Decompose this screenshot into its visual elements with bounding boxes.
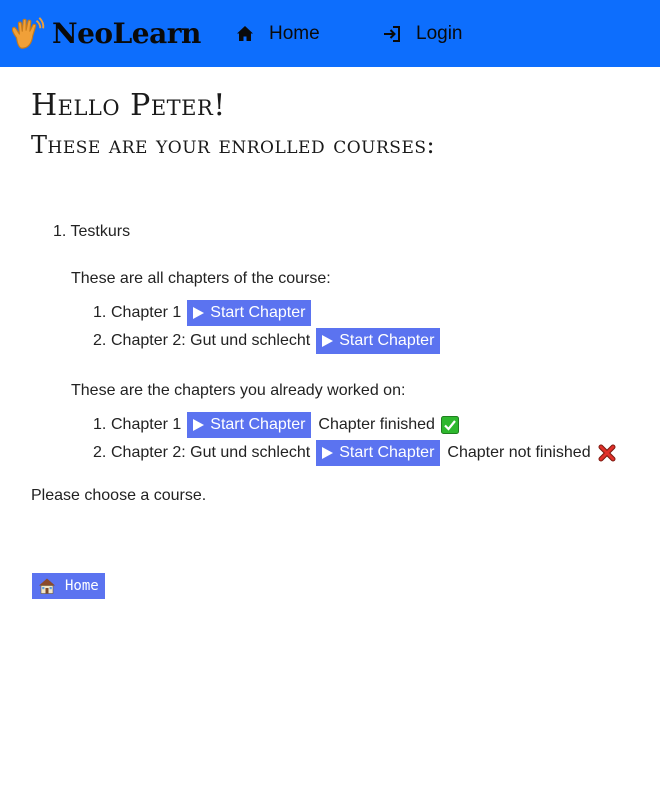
play-icon	[193, 419, 205, 431]
chapter-title: Chapter 2: Gut und schlecht	[111, 444, 311, 461]
course-list: 1. Testkurs	[53, 220, 633, 244]
start-chapter-label: Start Chapter	[210, 304, 306, 321]
chapter-number: 1.	[93, 416, 107, 433]
list-item: 2. Chapter 2: Gut und schlecht Start Cha…	[93, 328, 441, 354]
brand-name: NeoLearn	[52, 17, 201, 50]
start-chapter-button[interactable]: Start Chapter	[316, 328, 441, 354]
chapter-number: 2.	[93, 444, 107, 461]
start-chapter-button[interactable]: Start Chapter	[316, 440, 441, 466]
list-item: 1. Chapter 1 Start Chapter	[93, 300, 312, 326]
chapter-status: Chapter not finished	[447, 444, 591, 461]
start-chapter-label: Start Chapter	[210, 416, 306, 433]
main-content: Hello Peter! These are your enrolled cou…	[31, 80, 631, 160]
start-chapter-label: Start Chapter	[339, 444, 435, 461]
nav-login-link[interactable]: Login	[382, 20, 463, 48]
course-number: 1.	[53, 223, 67, 240]
home-icon	[237, 26, 253, 41]
start-chapter-button[interactable]: Start Chapter	[187, 300, 312, 326]
nav-login-label: Login	[416, 23, 463, 44]
home-button-label: Home	[65, 578, 99, 594]
chapter-title: Chapter 1	[111, 416, 182, 433]
house-icon	[39, 578, 55, 594]
chapter-title: Chapter 2: Gut und schlecht	[111, 332, 311, 349]
check-mark-icon	[440, 416, 459, 434]
play-icon	[322, 335, 334, 347]
chapter-status: Chapter finished	[318, 416, 435, 433]
chapter-title: Chapter 1	[111, 304, 182, 321]
greeting-heading: Hello Peter!	[31, 88, 226, 123]
nav-home-link[interactable]: Home	[235, 20, 320, 48]
list-item: 1. Chapter 1 Start Chapter Chapter finis…	[93, 412, 459, 438]
home-button[interactable]: Home	[32, 573, 105, 599]
play-icon	[322, 447, 334, 459]
start-chapter-button[interactable]: Start Chapter	[187, 412, 312, 438]
choose-course-prompt: Please choose a course.	[31, 487, 207, 504]
hand-wave-icon	[11, 17, 45, 49]
list-item: 1. Testkurs	[53, 220, 633, 244]
enrolled-courses-heading: These are your enrolled courses:	[31, 131, 436, 159]
chapter-number: 2.	[93, 332, 107, 349]
course-name: Testkurs	[70, 223, 131, 240]
chapter-number: 1.	[93, 304, 107, 321]
login-icon	[384, 26, 400, 42]
play-icon	[193, 307, 205, 319]
navbar: NeoLearn Home Login	[0, 0, 660, 67]
list-item: 2. Chapter 2: Gut und schlecht Start Cha…	[93, 440, 616, 466]
nav-home-label: Home	[269, 23, 320, 44]
worked-chapters-label: These are the chapters you already worke…	[71, 382, 406, 399]
all-chapters-label: These are all chapters of the course:	[71, 270, 331, 287]
brand-link[interactable]: NeoLearn	[8, 14, 201, 54]
start-chapter-label: Start Chapter	[339, 332, 435, 349]
cross-mark-icon	[598, 444, 616, 462]
